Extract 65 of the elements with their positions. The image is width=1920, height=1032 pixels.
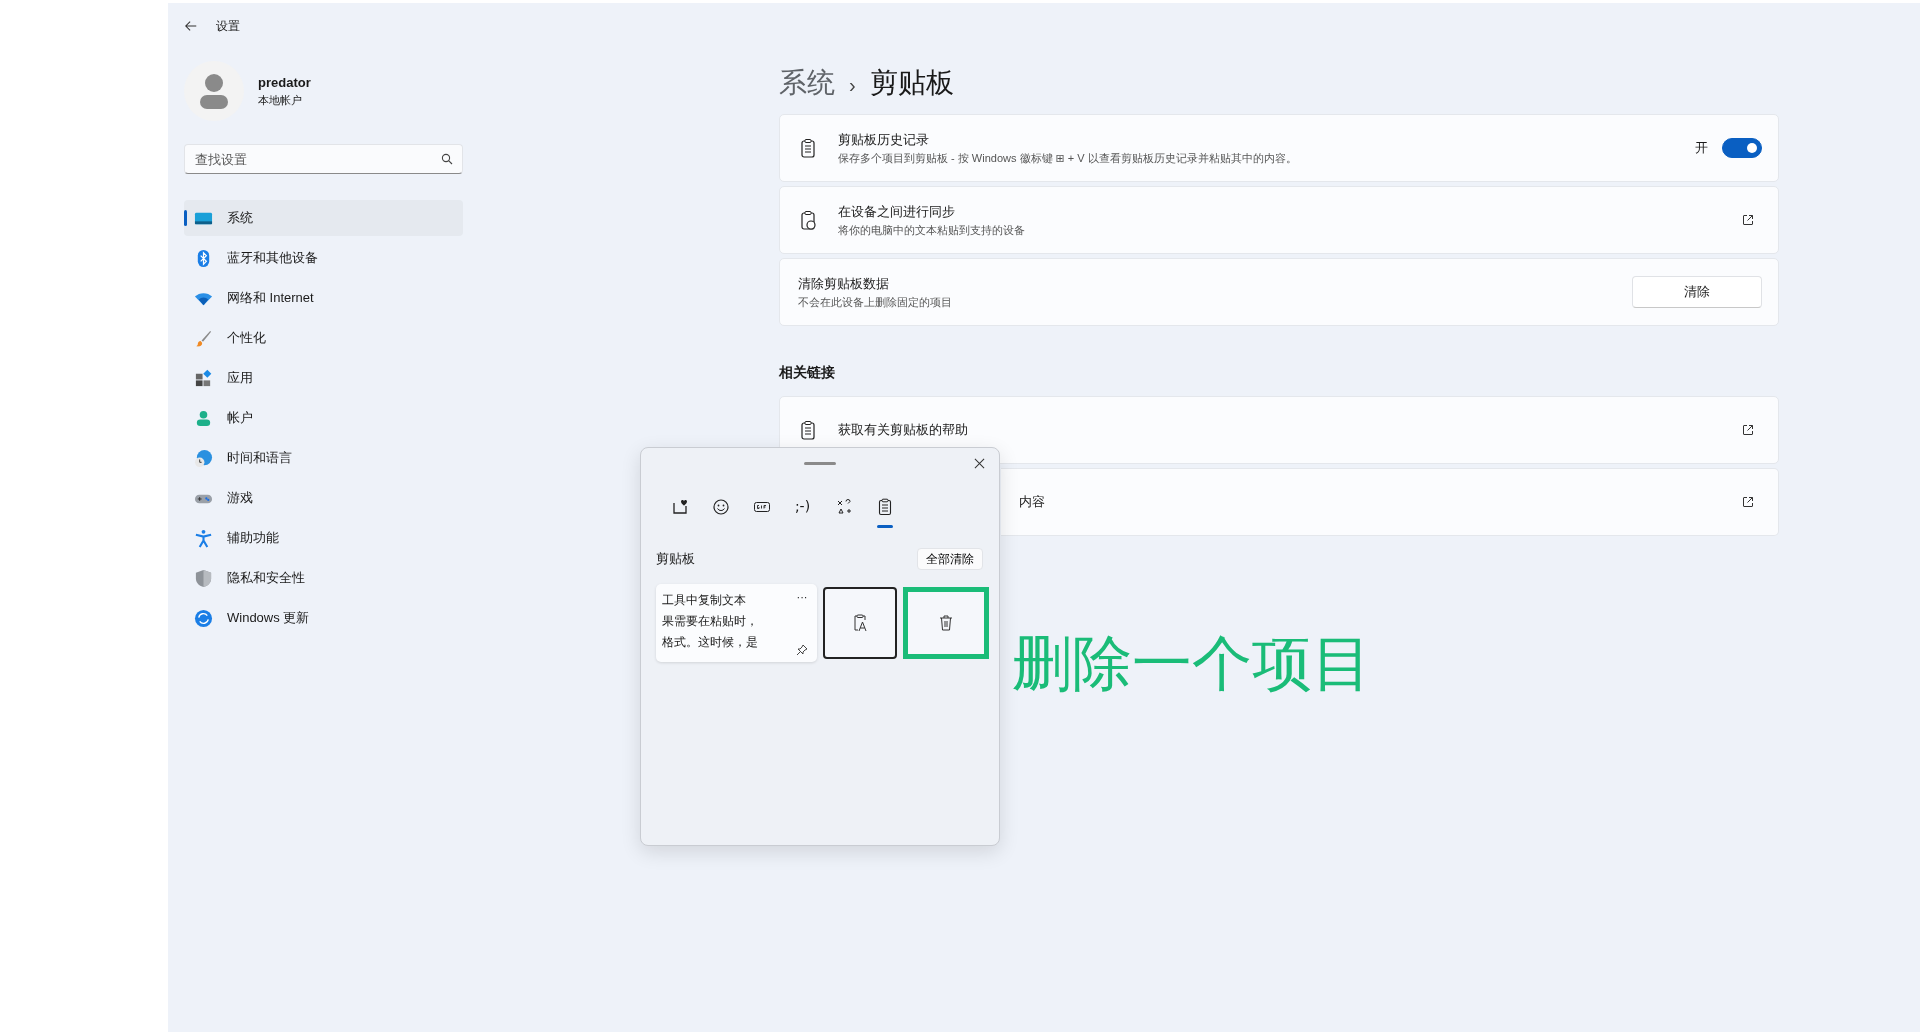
breadcrumb-parent[interactable]: 系统 [779,64,835,102]
sidebar-item[interactable]: 系统 [184,200,463,236]
setting-title: 剪贴板历史记录 [838,130,930,149]
clip-text: 格式。这时候，是 [662,634,759,651]
globe-clock-icon [194,448,213,468]
clip-text: 工具中复制文本 [662,592,747,609]
setting-description: 将你的电脑中的文本粘贴到支持的设备 [838,222,1026,238]
back-arrow-icon[interactable] [184,19,198,33]
clear-button[interactable]: 清除 [1632,276,1762,308]
breadcrumb-separator: › [849,74,856,97]
refresh-icon [194,608,213,628]
link-title: 内容 [1019,493,1046,511]
sidebar-item[interactable]: 应用 [184,360,463,396]
clipboard-icon [798,138,818,158]
account-type: 本地帐户 [258,92,303,108]
sidebar-item[interactable]: 隐私和安全性 [184,560,463,596]
setting-title: 清除剪贴板数据 [798,274,890,293]
clipboard-sync-icon [798,210,818,230]
person-icon [194,408,213,428]
setting-description: 不会在此设备上删除固定的项目 [798,294,953,310]
setting-description: 保存多个项目到剪贴板 - 按 Windows 徽标键 ⊞ + V 以查看剪贴板历史记录并粘贴其中的内容。 [838,150,1298,166]
clip-text: 果需要在粘贴时， [662,613,759,630]
sidebar-item[interactable]: Windows 更新 [184,600,463,636]
link-card[interactable]: 内容 [1001,468,1779,536]
apps-icon [194,368,213,388]
clipboard-item[interactable]: 工具中复制文本 果需要在粘贴时， 格式。这时候，是 ··· [656,584,817,662]
pin-icon[interactable] [796,644,808,656]
trash-icon [938,614,954,632]
section-heading: 相关链接 [779,364,836,382]
sidebar-item[interactable]: 网络和 Internet [184,280,463,316]
clear-all-button[interactable]: 全部清除 [917,548,983,570]
search-icon [441,153,453,165]
window-title: 设置 [216,17,240,35]
annotation-text: 删除一个项目 [1012,629,1372,699]
panel-heading: 剪贴板 [656,550,695,568]
sidebar-item[interactable]: 个性化 [184,320,463,356]
page-title: 剪贴板 [869,66,954,100]
toggle-state: 开 [1695,139,1708,157]
accessibility-icon [194,528,213,548]
shield-icon [194,568,213,588]
heart-icon [670,498,689,516]
more-options[interactable]: ··· [796,592,808,602]
clipboard-text-icon [852,614,868,632]
clipboard-icon [798,420,818,440]
sidebar-item[interactable]: 辅助功能 [184,520,463,556]
brush-icon [194,328,213,348]
paste-text-button[interactable] [823,587,897,659]
sidebar-item[interactable]: 蓝牙和其他设备 [184,240,463,276]
link-card[interactable]: 获取有关剪贴板的帮助 [779,396,1779,464]
search-field[interactable]: 查找设置 [184,144,463,174]
smiley-icon [711,498,730,516]
drag-handle[interactable] [804,462,836,465]
account-name: predator [258,74,311,90]
toggle-switch[interactable] [1722,138,1762,158]
external-link-icon [1742,424,1754,436]
external-link-icon[interactable] [1742,214,1754,226]
link-title: 获取有关剪贴板的帮助 [838,421,969,439]
close-icon[interactable] [974,458,985,469]
external-link-icon [1742,496,1754,508]
sidebar-item[interactable]: 游戏 [184,480,463,516]
setting-title: 在设备之间进行同步 [838,202,956,221]
panel-tab[interactable]: ;-) [786,492,819,532]
sidebar-item[interactable]: 帐户 [184,400,463,436]
sidebar-item[interactable]: 时间和语言 [184,440,463,476]
avatar-icon [184,61,244,121]
